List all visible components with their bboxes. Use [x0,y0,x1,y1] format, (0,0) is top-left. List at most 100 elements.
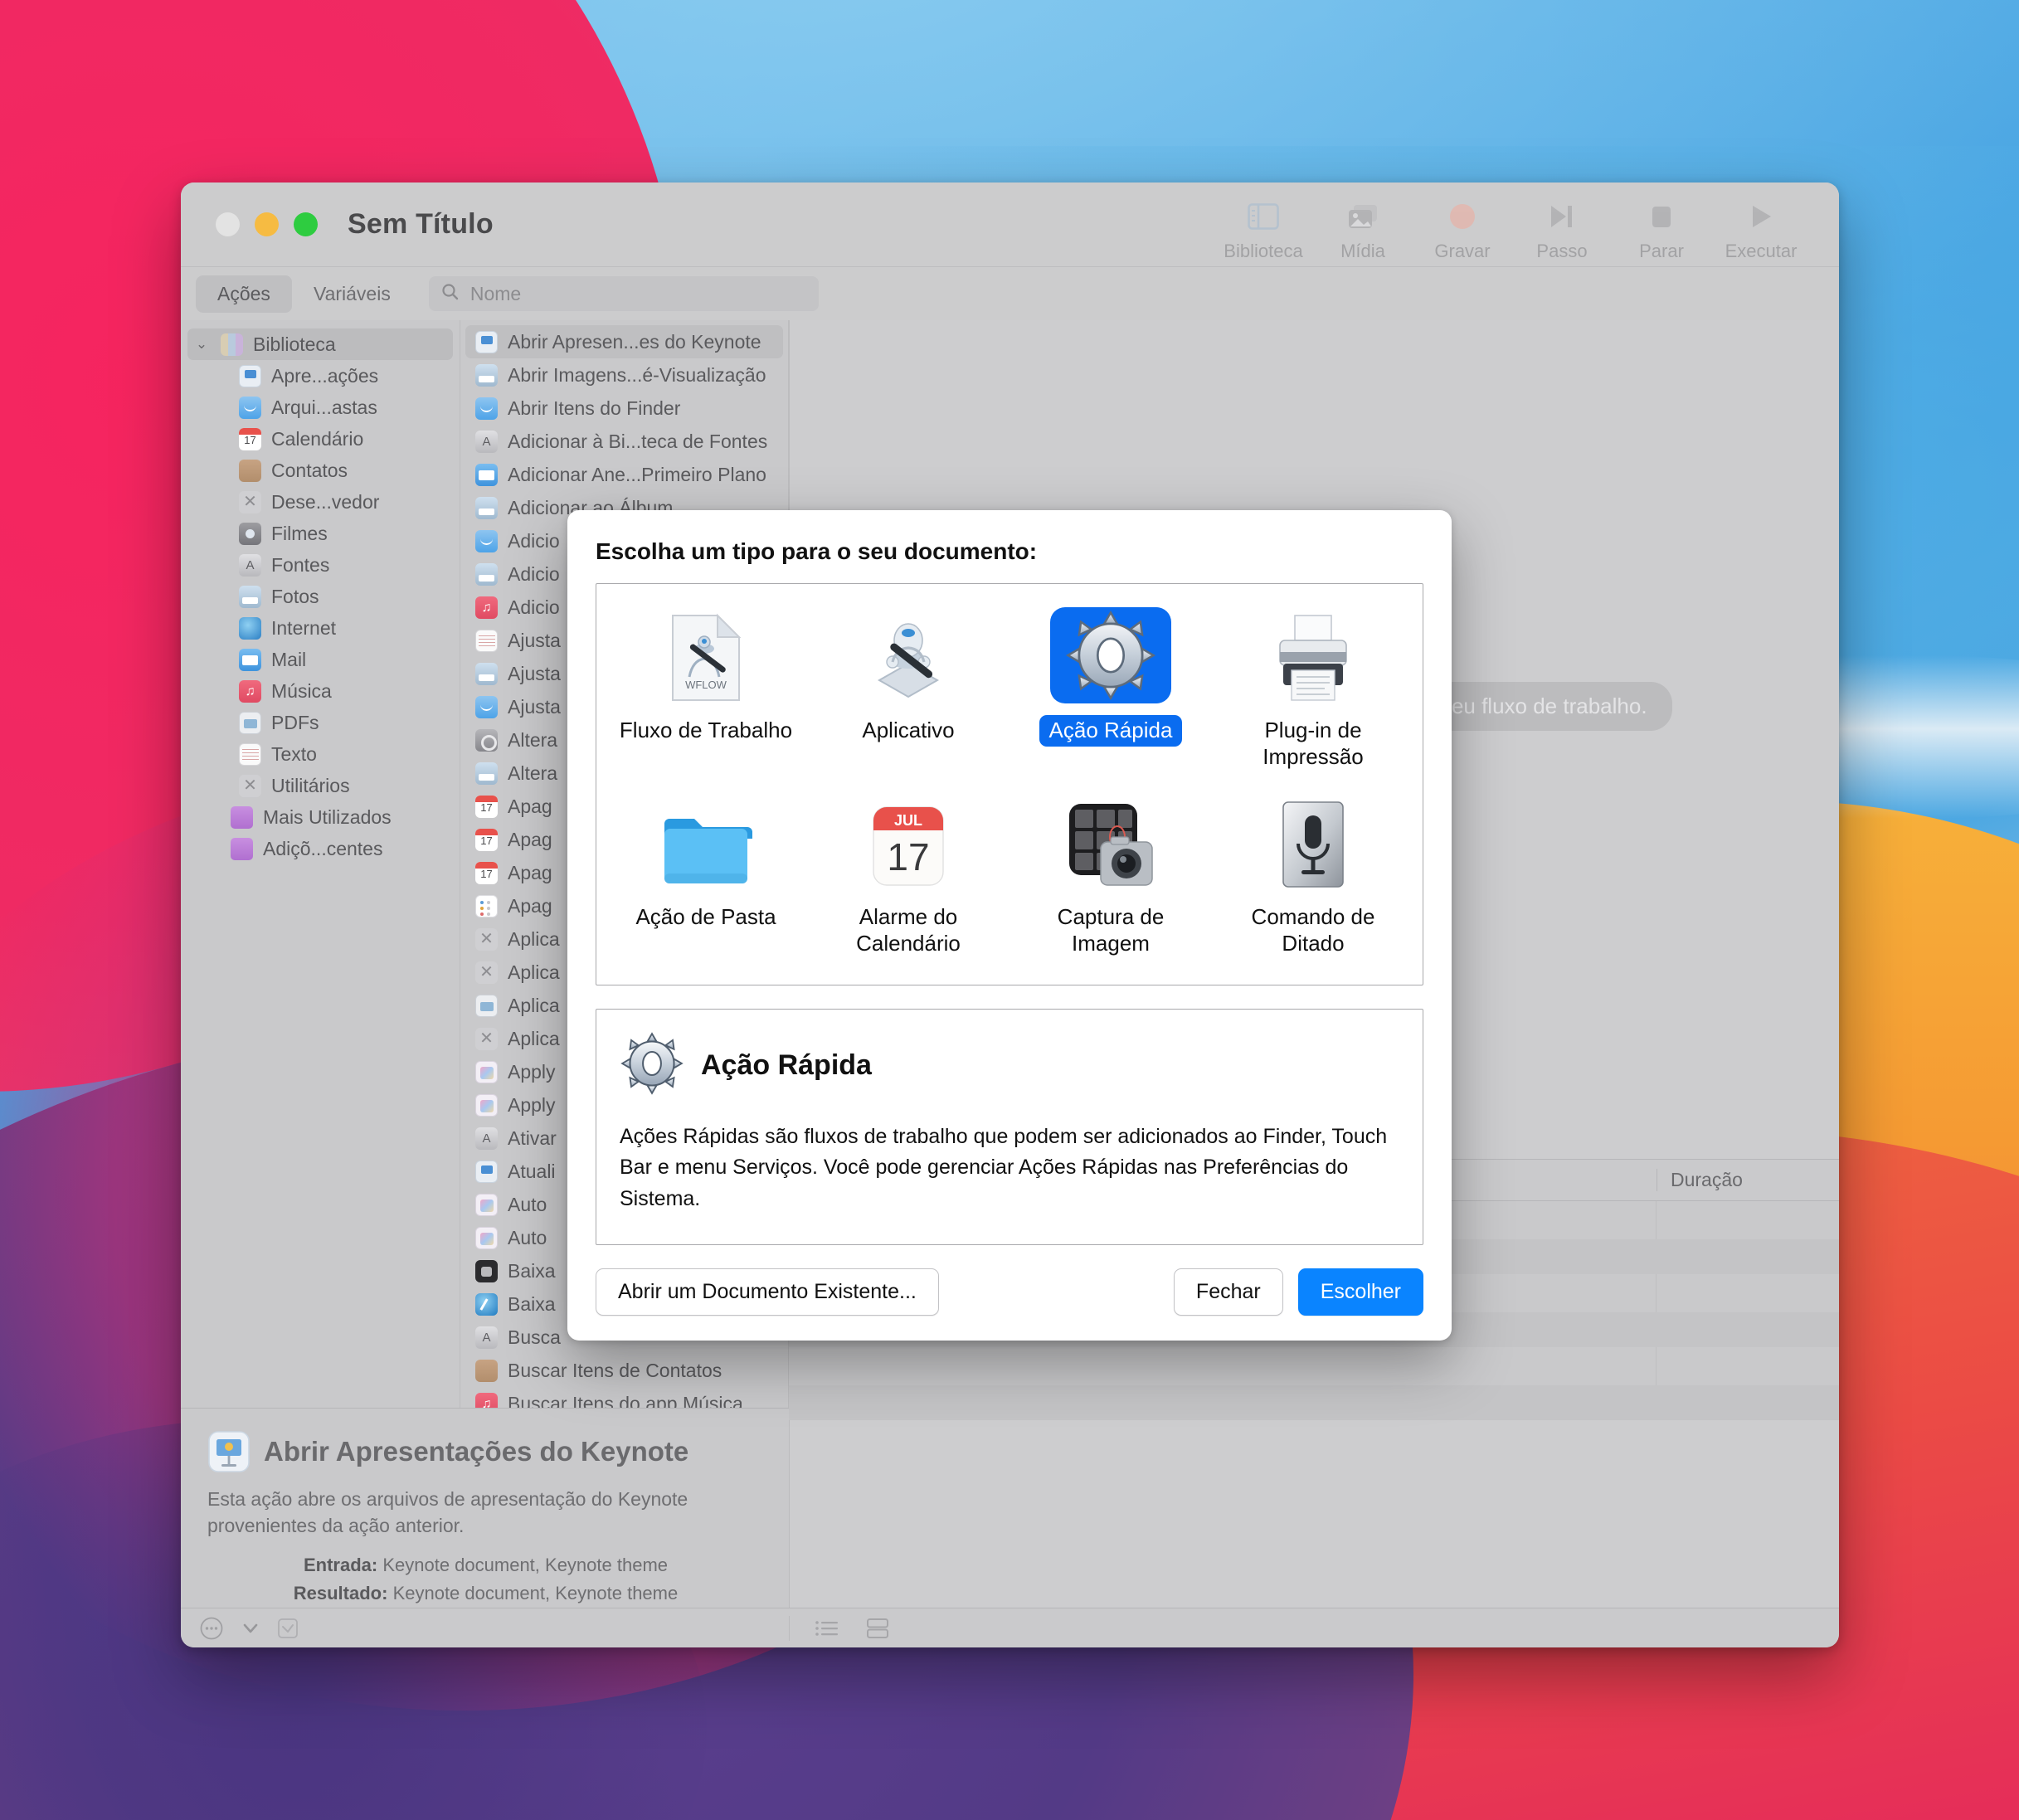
sidebar-item-fotos[interactable]: Fotos [187,581,453,612]
media-icon [1347,199,1379,234]
music-icon [239,679,261,703]
action-label: Adicio [508,529,560,552]
action-label: Apag [508,828,552,850]
photos-icon [475,363,498,387]
svg-text:WFLOW: WFLOW [685,679,727,691]
toolbar-button-stop[interactable]: Parar [1617,187,1706,262]
purple-folder-icon [231,805,253,829]
list-item[interactable]: Abrir Imagens...é-Visualização [465,358,783,392]
mail-icon [475,463,498,486]
toolbar-button-run[interactable]: Executar [1716,187,1806,262]
sidebar-item-desenvolvedor[interactable]: Dese...vedor [187,486,453,518]
tab-variables[interactable]: Variáveis [292,275,412,313]
sidebar-item-contatos[interactable]: Contatos [187,455,453,486]
action-label: Aplica [508,1027,560,1049]
log-column-divider [1656,1201,1657,1409]
toolbar-label-library: Biblioteca [1224,241,1303,261]
photos-icon [475,562,498,586]
paint-icon [475,1226,498,1249]
calendar-icon [475,795,498,818]
close-button[interactable] [216,212,240,236]
list-item[interactable]: Buscar Itens de Contatos [465,1354,783,1387]
log-column-header-duracao[interactable]: Duração [1657,1169,1839,1192]
toolbar-button-record[interactable]: Gravar [1418,187,1507,262]
action-label: Apply [508,1093,556,1116]
document-type-calendar-alarm[interactable]: JUL 17 Alarme do Calendário [807,786,1010,964]
chevron-down-icon[interactable]: ⌄ [192,336,211,353]
maximize-button[interactable] [294,212,318,236]
photos-icon [475,762,498,785]
status-bar [181,1608,1839,1647]
music-icon [475,1392,498,1409]
action-description-body: Esta ação abre os arquivos de apresentaç… [207,1488,688,1537]
toolbar-button-media[interactable]: Mídia [1318,187,1408,262]
action-label: Adicio [508,596,560,618]
document-type-info-box: Ação Rápida Ações Rápidas são fluxos de … [596,1008,1423,1246]
chevron-down-icon[interactable] [241,1620,260,1637]
ellipsis-circle-icon[interactable] [199,1616,224,1641]
sidebar-item-fontes[interactable]: Fontes [187,549,453,581]
open-existing-document-button[interactable]: Abrir um Documento Existente... [596,1268,939,1316]
sidebar-item-mail[interactable]: Mail [187,644,453,675]
list-item[interactable]: Adicionar Ane...Primeiro Plano [465,458,783,491]
music-icon [475,596,498,619]
fonts-icon [239,553,261,577]
search-field[interactable]: Nome [428,276,819,311]
document-type-quick-action[interactable]: Ação Rápida [1010,599,1212,777]
sidebar-item-label: Música [271,679,332,702]
close-dialog-button[interactable]: Fechar [1173,1268,1283,1316]
sidebar-item-pdfs[interactable]: PDFs [187,707,453,738]
toolbar-button-library[interactable]: Biblioteca [1219,187,1308,262]
text-icon [239,742,261,766]
sidebar-item-label: Texto [271,742,317,765]
document-type-print-plugin[interactable]: Plug-in de Impressão [1212,599,1414,777]
action-description-header: Abrir Apresentações do Keynote [207,1430,764,1473]
list-view-icon[interactable] [815,1618,839,1638]
list-item[interactable]: Buscar Itens do app Música [465,1387,783,1409]
document-type-dictation-command[interactable]: Comando de Ditado [1212,786,1414,964]
dialog-title: Escolha um tipo para o seu documento: [596,538,1038,564]
photos-icon [239,585,261,608]
checkbox-icon[interactable] [277,1618,299,1639]
sidebar-item-label: Mais Utilizados [263,805,392,828]
sidebar-item-apresentacoes[interactable]: Apre...ações [187,360,453,392]
sidebar-item-musica[interactable]: Música [187,675,453,707]
library-root-label: Biblioteca [253,333,336,355]
document-type-application[interactable]: Aplicativo [807,599,1010,777]
list-item[interactable]: Abrir Apresen...es do Keynote [465,325,783,358]
minimize-button[interactable] [255,212,279,236]
sidebar-item-filmes[interactable]: Filmes [187,518,453,549]
tab-actions[interactable]: Ações [196,275,292,313]
list-item[interactable]: Abrir Itens do Finder [465,392,783,425]
document-type-workflow[interactable]: WFLOW Fluxo de Trabalho [605,599,807,777]
keynote-icon [475,330,498,353]
calendar-icon [239,427,261,450]
library-root-biblioteca[interactable]: ⌄ Biblioteca [187,328,453,360]
sidebar-item-internet[interactable]: Internet [187,612,453,644]
choose-button[interactable]: Escolher [1297,1268,1423,1316]
action-label: Aplica [508,994,560,1016]
sidebar-item-utilitarios[interactable]: Utilitários [187,770,453,801]
sidebar-item-label: Dese...vedor [271,490,380,513]
document-type-image-capture[interactable]: Captura de Imagem [1010,786,1212,964]
sidebar-item-adicoes-recentes[interactable]: Adiçõ...centes [187,833,453,864]
sidebar-item-calendario[interactable]: Calendário [187,423,453,455]
document-type-folder-action[interactable]: Ação de Pasta [605,786,807,964]
sidebar-icon [1248,199,1279,234]
list-item[interactable]: Adicionar à Bi...teca de Fontes [465,425,783,458]
developer-icon [475,927,498,951]
split-view-icon[interactable] [866,1618,889,1639]
sidebar-item-mais-utilizados[interactable]: Mais Utilizados [187,801,453,833]
action-result-value: Keynote document, Keynote theme [392,1582,679,1603]
toolbar-button-step[interactable]: Passo [1517,187,1607,262]
toolbar: Biblioteca Mídia Gravar Passo Parar Exec… [1219,187,1806,262]
paint-icon [475,1060,498,1083]
sidebar-item-arquivos-pastas[interactable]: Arqui...astas [187,392,453,423]
sidebar-item-label: Apre...ações [271,364,379,387]
sidebar-item-texto[interactable]: Texto [187,738,453,770]
document-type-label: Plug-in de Impressão [1262,718,1364,769]
bottom-spacer [790,1409,1839,1608]
status-bar-right [790,1618,889,1639]
contacts-icon [475,1359,498,1382]
document-type-label: Alarme do Calendário [856,904,961,956]
